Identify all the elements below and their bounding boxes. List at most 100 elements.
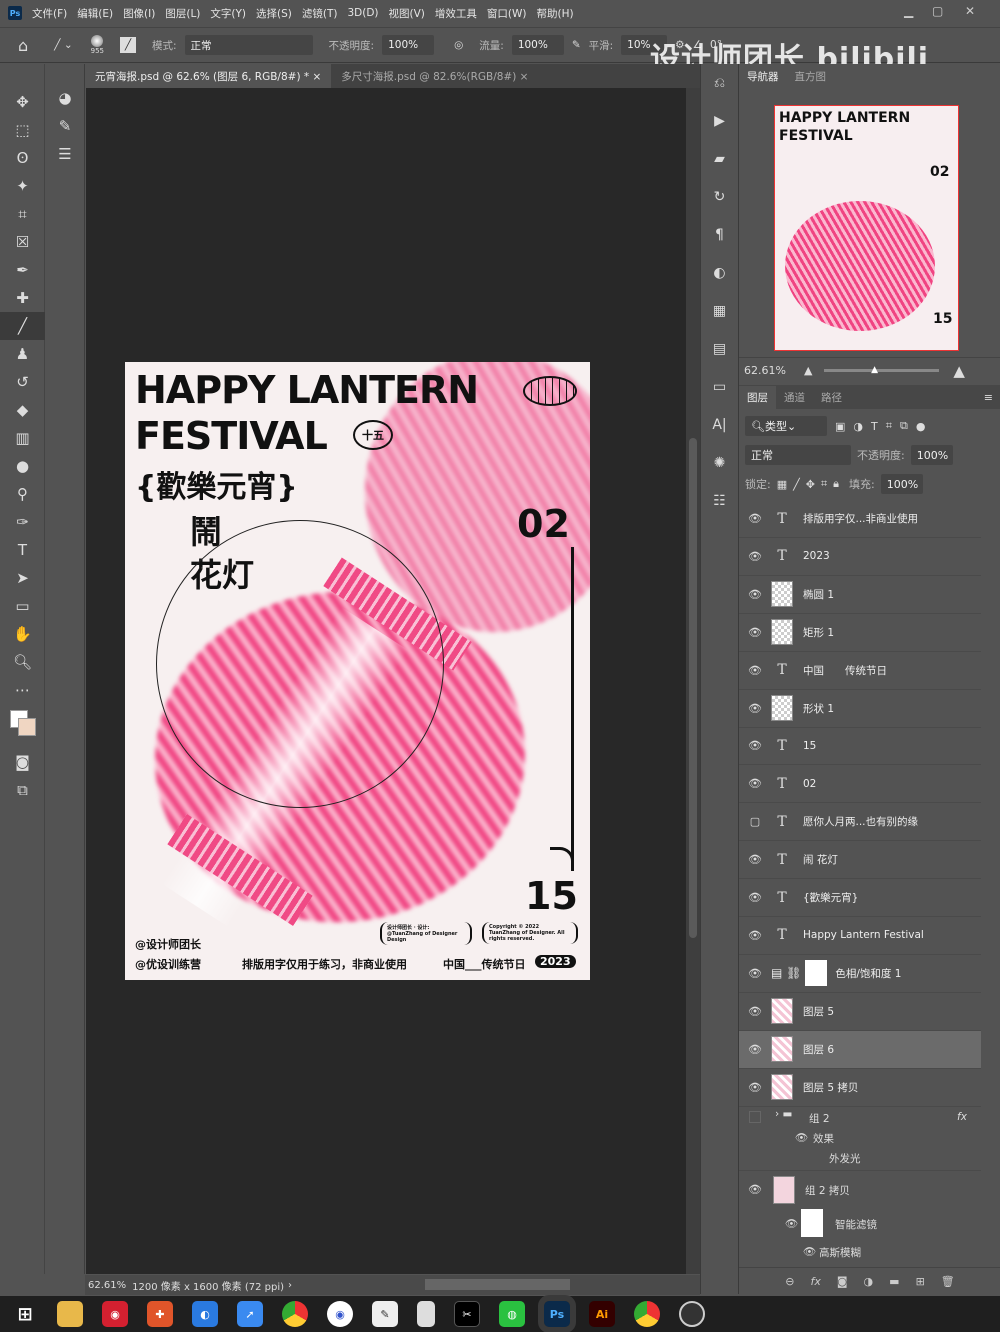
zoom-in-icon[interactable]: ▲ [953,362,965,380]
lock-paint-icon[interactable]: ╱ [793,478,800,491]
layer-row[interactable]: 👁︎ T 闹 花灯 [739,841,981,880]
layer-row[interactable]: 👁︎ T {歡樂元宵} [739,879,981,917]
layer-row[interactable]: 👁︎ 图层 5 [739,993,981,1031]
filter-adjust-icon[interactable]: ◑ [853,420,863,433]
eye-icon[interactable]: 👁︎ [739,550,771,563]
path-select-icon[interactable]: ➤ [0,564,45,592]
horizontal-scrollbar[interactable] [425,1279,570,1290]
menu-filter[interactable]: 滤镜(T) [302,6,338,21]
minimize-button[interactable]: ▁ [904,4,913,18]
file-explorer-icon[interactable] [57,1301,83,1327]
layer-row[interactable]: 👁︎ ▤ ⛓ 色相/饱和度 1 [739,955,981,993]
navigator-zoom-slider[interactable]: ▲ [824,365,940,375]
layer-row[interactable]: 👁︎ T 2023 [739,538,981,576]
new-group-icon[interactable]: ▬ [889,1275,899,1288]
menu-window[interactable]: 窗口(W) [487,6,527,21]
eye-icon[interactable]: 👁︎ [739,512,771,525]
menu-type[interactable]: 文字(Y) [210,6,246,21]
filter-smart-icon[interactable]: ⧉ [900,419,908,433]
layer-opacity-field[interactable]: 100% [910,445,953,465]
visibility-toggle-off[interactable] [749,1111,761,1123]
eye-icon[interactable]: 👁︎ [795,1131,808,1144]
app-blue-icon[interactable]: ◐ [192,1301,218,1327]
app-circle-icon[interactable]: ◉ [327,1301,353,1327]
app-white-icon[interactable] [417,1301,435,1327]
app-orange-icon[interactable]: ✚ [147,1301,173,1327]
light-icon[interactable]: ✺ [701,444,738,482]
app-lightblue-icon[interactable]: ➚ [237,1301,263,1327]
filter-toggle-icon[interactable]: ● [916,420,926,433]
eye-icon[interactable]: 👁︎ [739,1081,771,1094]
layer-row[interactable]: 👁︎ 形状 1 [739,690,981,728]
eye-icon[interactable]: 👁︎ [803,1245,816,1258]
tab-paths[interactable]: 路径 [813,386,850,409]
eye-icon[interactable]: 👁︎ [739,967,771,980]
home-icon[interactable]: ⌂ [18,36,28,55]
healing-brush-icon[interactable]: ✚ [0,284,45,312]
brush-preset-picker[interactable]: 955 [91,35,104,55]
rotate-icon[interactable]: ↻ [701,178,738,216]
layer-filter-select[interactable]: 🔍︎ 类型 ⌄ [745,416,827,436]
rectangle-tool-icon[interactable]: ▭ [0,592,45,620]
menu-edit[interactable]: 编辑(E) [77,6,113,21]
link-layers-icon[interactable]: ⊖ [785,1275,794,1288]
vertical-scrollbar[interactable] [686,88,700,1274]
eye-icon[interactable]: 👁︎ [739,739,771,752]
outer-glow-effect[interactable]: 外发光 [829,1151,861,1166]
type-tool-icon[interactable]: T [0,536,45,564]
layer-group-2[interactable]: › ▬ 组 2 fx 👁︎ 效果 外发光 [739,1101,981,1171]
quick-mask-icon[interactable]: ◙ [0,748,45,776]
filter-pixel-icon[interactable]: ▣ [835,420,845,433]
dodge-tool-icon[interactable]: ⚲ [0,480,45,508]
add-mask-icon[interactable]: ◙ [837,1275,848,1288]
close-tab-icon[interactable]: × [312,71,321,83]
swatch-icon[interactable]: ▭ [701,368,738,406]
notes-icon[interactable]: ✎ [372,1301,398,1327]
navigator-zoom-value[interactable]: 62.61% [744,364,786,377]
maximize-button[interactable]: ▢ [932,4,943,18]
play-icon[interactable]: ▶ [701,102,738,140]
opacity-field[interactable]: 100% [382,35,435,55]
filter-shape-icon[interactable]: ⌗ [886,419,892,433]
navigator-thumbnail[interactable]: HAPPY LANTERN FESTIVAL 02 15 [774,105,959,351]
blur-tool-icon[interactable]: ● [0,452,45,480]
table-icon[interactable]: ▤ [701,330,738,368]
status-zoom[interactable]: 62.61% [88,1280,126,1291]
new-layer-icon[interactable]: ⊞ [916,1275,925,1288]
adjustments-icon[interactable]: ◐ [701,254,738,292]
eye-icon[interactable]: 👁︎ [739,1183,771,1196]
eye-icon[interactable]: 👁︎ [739,891,771,904]
paragraph-icon[interactable]: ¶ [701,216,738,254]
trash-icon[interactable]: 🗑︎ [941,1275,955,1288]
screen-mode-icon[interactable]: ⧉ [0,776,45,804]
layer-row[interactable]: 👁︎ 图层 6 [739,1030,981,1069]
tab-navigator[interactable]: 导航器 [739,65,787,88]
close-button[interactable]: ✕ [965,4,975,18]
visibility-toggle-off[interactable]: ▢ [739,815,771,828]
menu-image[interactable]: 图像(I) [123,6,155,21]
gradient-tool-icon[interactable]: ▥ [0,424,45,452]
chrome-icon[interactable] [282,1301,308,1327]
mode-select[interactable]: 正常 [184,35,313,55]
frame-tool-icon[interactable]: ☒ [0,228,45,256]
menu-view[interactable]: 视图(V) [389,6,425,21]
palette-icon[interactable]: ◕ [45,84,85,112]
history-brush-icon[interactable]: ↺ [0,368,45,396]
illustrator-icon[interactable]: Ai [589,1301,615,1327]
gaussian-blur-filter[interactable]: 高斯模糊 [819,1245,861,1260]
eye-icon[interactable]: 👁︎ [739,588,771,601]
netease-music-icon[interactable]: ◉ [102,1301,128,1327]
lasso-tool-icon[interactable]: ʘ [0,144,45,172]
eye-icon[interactable]: 👁︎ [739,777,771,790]
eye-icon[interactable]: 👁︎ [739,702,771,715]
panel-menu-icon[interactable]: ≡ [984,391,993,404]
color-swatches[interactable] [0,704,45,748]
character-icon[interactable]: A| [701,406,738,444]
comment-icon[interactable]: ▰ [701,140,738,178]
tab-histogram[interactable]: 直方图 [787,65,835,88]
hand-tool-icon[interactable]: ✋ [0,620,45,648]
obs-icon[interactable] [679,1301,705,1327]
crop-tool-icon[interactable]: ⌗ [0,200,45,228]
stamp-tool-icon[interactable]: ♟ [0,340,45,368]
eraser-icon[interactable]: ◆ [0,396,45,424]
